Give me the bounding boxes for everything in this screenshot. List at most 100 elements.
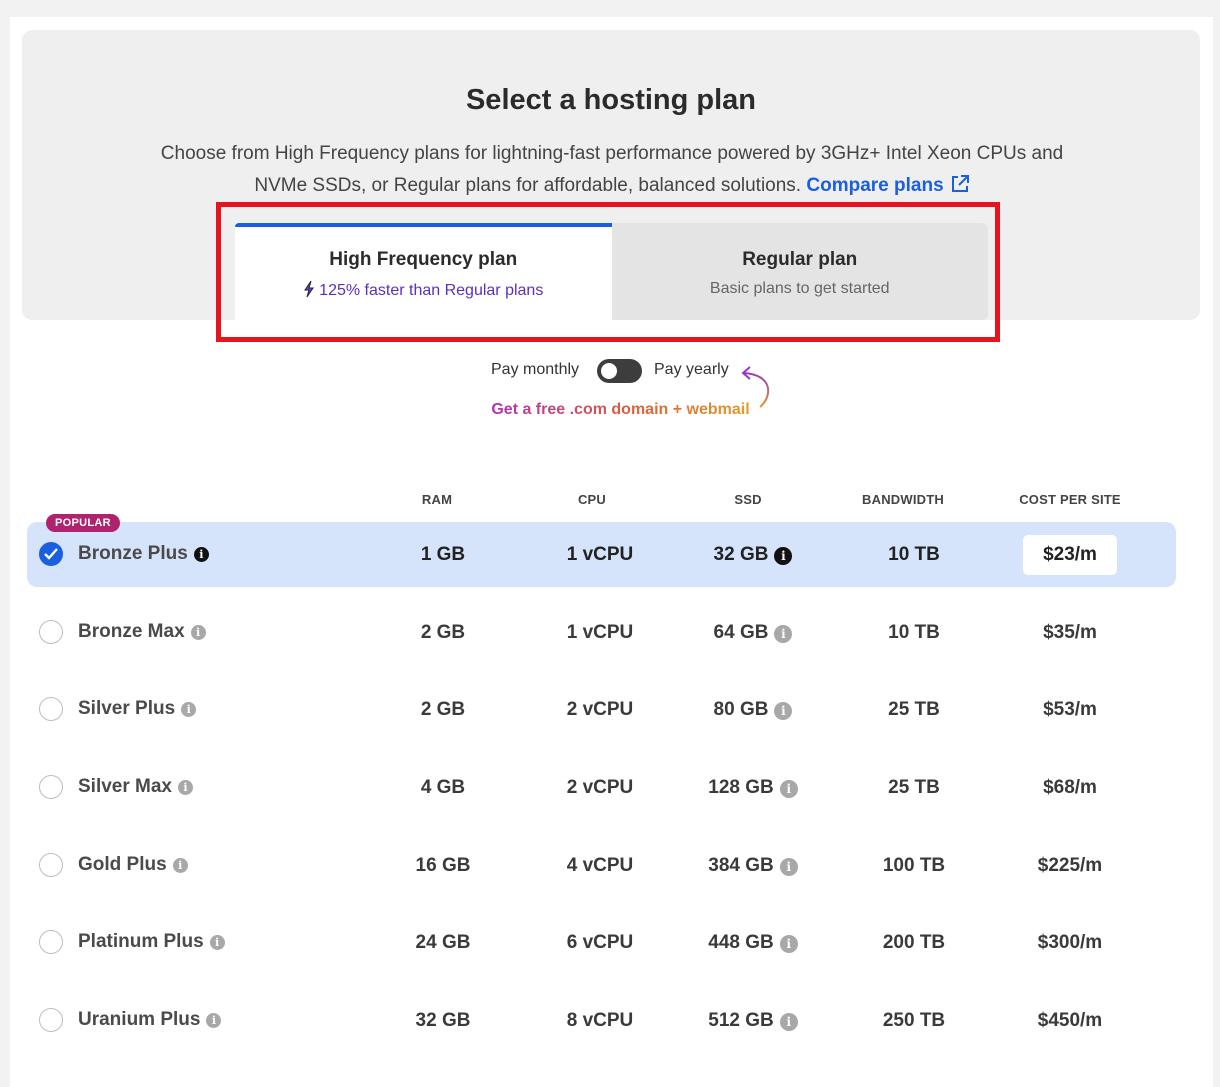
plan-ssd-text: 128 GB (708, 777, 774, 798)
plan-name-text: Silver Plus (78, 698, 176, 719)
plan-cost: $23/m (1023, 535, 1117, 575)
column-header-cpu: CPU (577, 492, 607, 507)
info-icon[interactable]: i (193, 547, 209, 562)
plan-ram: 16 GB (415, 855, 471, 876)
plan-cpu: 4 vCPU (566, 855, 634, 876)
plan-name: Silver Max i (78, 776, 193, 798)
plan-cost: $35/m (1043, 622, 1097, 643)
plan-row-uranium-plus[interactable]: Uranium Plus i 32 GB 8 vCPU 512 GB i 250 T… (27, 988, 1176, 1053)
info-icon[interactable]: i (178, 780, 193, 795)
plan-radio[interactable] (39, 930, 63, 954)
plan-radio-selected[interactable] (39, 542, 63, 566)
plan-cpu: 6 vCPU (566, 932, 634, 953)
check-icon (44, 548, 58, 560)
info-icon[interactable]: i (206, 1013, 222, 1028)
plan-cpu: 8 vCPU (566, 1010, 634, 1031)
plan-ssd: 512 GB i (663, 1010, 843, 1032)
plan-row-bronze-max[interactable]: Bronze Max i 2 GB 1 vCPU 64 GB i 10 TB $35… (27, 600, 1176, 665)
column-header-ram: RAM (421, 492, 453, 507)
yearly-promo-text: Get a free .com domain + webmail (10, 401, 1220, 419)
plan-radio[interactable] (39, 853, 63, 877)
plan-ssd-text: 64 GB (713, 622, 769, 643)
plan-ram: 24 GB (415, 932, 471, 953)
billing-toggle-row: Pay monthly Pay yearly (10, 359, 1213, 408)
compare-plans-label: Compare plans (806, 175, 944, 196)
info-icon[interactable]: i (774, 702, 793, 720)
column-header-bandwidth: BANDWIDTH (862, 492, 944, 507)
plan-cost: $53/m (1043, 699, 1097, 720)
plan-bandwidth: 10 TB (888, 622, 940, 643)
column-header-ssd: SSD (734, 492, 762, 507)
plan-bandwidth: 25 TB (888, 699, 940, 720)
tab-regular[interactable]: Regular plan Basic plans to get started (611, 223, 988, 320)
plan-ssd: 128 GB i (663, 777, 843, 799)
plan-bandwidth: 100 TB (882, 855, 946, 876)
plan-ssd: 448 GB i (663, 932, 843, 954)
plan-ssd-text: 32 GB (713, 544, 769, 565)
info-icon[interactable]: i (190, 625, 206, 640)
plan-ssd-text: 384 GB (708, 855, 774, 876)
pay-yearly-label: Pay yearly (654, 361, 729, 378)
info-icon[interactable]: i (209, 935, 225, 950)
page-title: Select a hosting plan (465, 84, 757, 116)
plan-cost: $450/m (1037, 1010, 1103, 1031)
info-icon[interactable]: i (779, 780, 798, 798)
plan-ssd: 32 GB i (663, 544, 843, 566)
popular-badge: POPULAR (46, 514, 120, 532)
plan-ssd: 80 GB i (663, 699, 843, 721)
promo-text: Get a free .com domain + webmail (491, 401, 750, 418)
info-icon[interactable]: i (774, 547, 793, 565)
info-icon[interactable]: i (181, 702, 197, 717)
external-link-icon (951, 175, 969, 192)
plan-ram: 4 GB (420, 777, 466, 798)
plan-name-text: Platinum Plus (78, 931, 204, 952)
plan-name: Bronze Plus i (78, 543, 209, 565)
plan-radio[interactable] (39, 1008, 63, 1032)
page-description: Choose from High Frequency plans for lig… (142, 138, 1082, 202)
plan-radio[interactable] (39, 775, 63, 799)
plan-ssd-text: 512 GB (708, 1010, 774, 1031)
plan-cost: $300/m (1037, 932, 1103, 953)
plan-bandwidth: 25 TB (888, 777, 940, 798)
plan-radio[interactable] (39, 697, 63, 721)
column-header-cost: COST PER SITE (1019, 492, 1121, 507)
info-icon[interactable]: i (774, 625, 793, 643)
plan-row-silver-max[interactable]: Silver Max i 4 GB 2 vCPU 128 GB i 25 TB $6… (27, 755, 1176, 820)
plan-name: Uranium Plus i (78, 1009, 222, 1031)
plan-ssd-text: 80 GB (713, 699, 769, 720)
plan-row-gold-plus[interactable]: Gold Plus i 16 GB 4 vCPU 384 GB i 100 TB $… (27, 833, 1176, 898)
compare-plans-link[interactable]: Compare plans (806, 175, 969, 196)
plan-bandwidth: 250 TB (882, 1010, 946, 1031)
tab-high-frequency-subtitle-text: 125% faster than Regular plans (319, 282, 544, 299)
plan-cpu: 2 vCPU (566, 699, 634, 720)
plan-ssd: 384 GB i (663, 855, 843, 877)
plan-bandwidth: 10 TB (888, 544, 940, 565)
info-icon[interactable]: i (779, 935, 798, 953)
info-icon[interactable]: i (779, 858, 798, 876)
info-icon[interactable]: i (172, 858, 188, 873)
plan-row-platinum-plus[interactable]: Platinum Plus i 24 GB 6 vCPU 448 GB i 200 … (27, 910, 1176, 975)
plan-name: Platinum Plus i (78, 931, 225, 953)
plan-cpu: 1 vCPU (566, 622, 634, 643)
lightning-icon (304, 280, 315, 298)
plan-ram: 1 GB (420, 544, 466, 565)
plan-name-text: Bronze Plus (78, 543, 188, 564)
plan-cost: $225/m (1037, 855, 1103, 876)
plan-name-text: Gold Plus (78, 854, 167, 875)
tab-regular-subtitle: Basic plans to get started (709, 280, 890, 297)
plan-ram: 32 GB (415, 1010, 471, 1031)
plan-name-text: Silver Max (78, 776, 172, 797)
billing-period-switch[interactable] (597, 359, 642, 383)
plan-row-bronze-plus[interactable]: Bronze Plus i 1 GB 1 vCPU 32 GB i 10 TB $2… (27, 522, 1176, 587)
plan-name-text: Bronze Max (78, 621, 185, 642)
pay-monthly-label: Pay monthly (491, 361, 580, 378)
plan-radio[interactable] (39, 620, 63, 644)
plan-cost: $68/m (1043, 777, 1097, 798)
tab-regular-title: Regular plan (742, 249, 858, 270)
info-icon[interactable]: i (779, 1013, 798, 1031)
plan-ssd-text: 448 GB (708, 932, 774, 953)
plan-type-tabs: High Frequency plan 125% faster than Reg… (235, 223, 988, 320)
tab-high-frequency[interactable]: High Frequency plan 125% faster than Reg… (235, 223, 612, 320)
plan-row-silver-plus[interactable]: Silver Plus i 2 GB 2 vCPU 80 GB i 25 TB $5… (27, 677, 1176, 742)
tab-high-frequency-title: High Frequency plan (329, 249, 518, 270)
